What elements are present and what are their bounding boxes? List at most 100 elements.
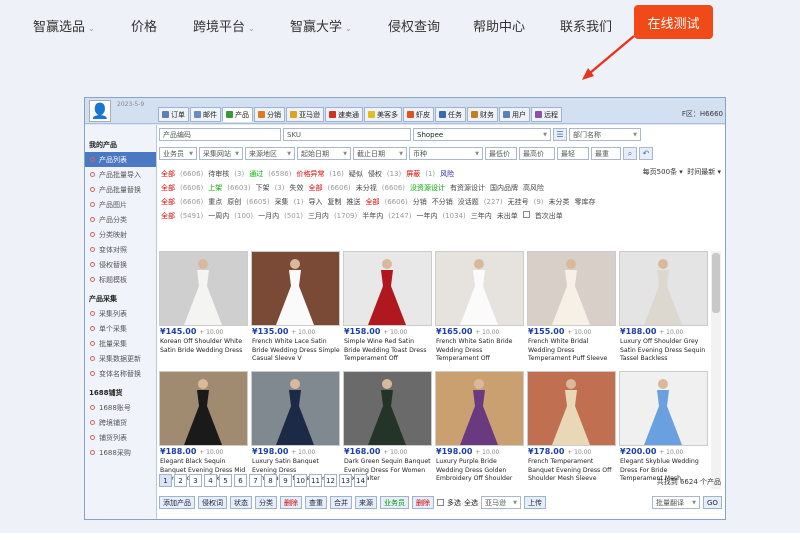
product-title[interactable]: French White Bridal Wedding Dress Temper… [528, 338, 616, 364]
toolbar-button[interactable]: 状态 [230, 496, 252, 509]
product-title[interactable]: French Temperament Banquet Evening Dress… [528, 458, 616, 484]
filter-tag[interactable]: (6603) [227, 184, 250, 192]
nav-item-4[interactable]: 智赢大学 ⌄ [290, 16, 352, 35]
filter-tag[interactable]: 首次出单 [535, 212, 563, 220]
filter-tag[interactable]: 三月内 [308, 212, 329, 220]
search-icon[interactable]: ⌕ [623, 147, 637, 160]
filter-field[interactable]: 业务员 ▼ [159, 147, 197, 160]
toolbar-button[interactable]: 来源 [355, 496, 377, 509]
product-image[interactable] [159, 371, 248, 446]
sidebar-item[interactable]: 产品分类 [85, 212, 156, 227]
product-image[interactable] [251, 371, 340, 446]
filter-tag[interactable]: (2147) [388, 212, 411, 220]
filter-tag[interactable]: (6606) [180, 170, 203, 178]
filter-tag[interactable]: (6606) [180, 184, 203, 192]
nav-item-6[interactable]: 帮助中心 [473, 16, 525, 35]
filter-tag[interactable]: 风险 [440, 170, 454, 178]
filter-tag[interactable]: (6605) [246, 198, 269, 206]
sidebar-item[interactable]: 1688采购 [85, 445, 156, 460]
filter-tag[interactable]: 全部 [161, 184, 175, 192]
filter-tag[interactable]: 价格异常 [296, 170, 324, 178]
product-card[interactable]: ¥198.00 + 10.00 Luxury Purple Bride Weddi… [435, 371, 525, 489]
product-title[interactable]: Simple Wine Red Satin Bride Wedding Toas… [344, 338, 432, 364]
per-page[interactable]: 每页500条 [643, 168, 677, 176]
sidebar-item[interactable]: 标题模板 [85, 272, 156, 287]
product-card[interactable]: ¥188.00 + 10.00 Elegant Black Sequin Banq… [159, 371, 249, 489]
product-image[interactable] [435, 251, 524, 326]
toolbar-button[interactable]: 分类 [255, 496, 277, 509]
filter-tag[interactable]: 一月内 [258, 212, 279, 220]
store-select[interactable]: 亚马逊 ▼ [481, 496, 521, 509]
filter-tag[interactable]: (9) [534, 198, 544, 206]
page-button[interactable]: 8 [264, 474, 277, 487]
filter-tag[interactable]: 下架 [256, 184, 270, 192]
filter-tag[interactable]: 全部 [161, 198, 175, 206]
tab-3[interactable]: 产品 [222, 107, 253, 122]
page-button[interactable]: 2 [174, 474, 187, 487]
tab-11[interactable]: 用户 [499, 107, 530, 122]
filter-tag[interactable]: 失效 [289, 184, 303, 192]
product-code-input[interactable]: 产品编码 [159, 128, 281, 141]
product-image[interactable] [343, 371, 432, 446]
toolbar-button[interactable]: 删除 [412, 496, 434, 509]
page-button[interactable]: 14 [354, 474, 367, 487]
product-image[interactable] [527, 251, 616, 326]
sidebar-item[interactable]: 跨境铺货 [85, 415, 156, 430]
product-image[interactable] [527, 371, 616, 446]
filter-tag[interactable]: 全部 [308, 184, 322, 192]
upload-button[interactable]: 上传 [524, 496, 546, 509]
page-button[interactable]: 7 [249, 474, 262, 487]
product-image[interactable] [619, 371, 708, 446]
sidebar-item[interactable]: 变体对照 [85, 242, 156, 257]
filter-tag[interactable]: (3) [234, 170, 244, 178]
filter-tag[interactable]: 不分销 [432, 198, 453, 206]
filter-tag[interactable]: 重点 [208, 198, 222, 206]
filter-tag[interactable]: 推送 [346, 198, 360, 206]
page-button[interactable]: 12 [324, 474, 337, 487]
filter-tag[interactable]: 全部 [365, 198, 379, 206]
page-button[interactable]: 9 [279, 474, 292, 487]
product-card[interactable]: ¥135.00 + 10.00 French White Lace Satin B… [251, 251, 341, 369]
filter-tag[interactable]: (6606) [180, 198, 203, 206]
nav-item-1[interactable]: 智赢选品 ⌄ [33, 16, 95, 35]
product-card[interactable]: ¥200.00 + 10.00 Elegant Skyblue Wedding D… [619, 371, 709, 489]
tab-10[interactable]: 财务 [467, 107, 498, 122]
product-card[interactable]: ¥165.00 + 10.00 French White Satin Bride … [435, 251, 525, 369]
product-title[interactable]: French White Lace Satin Bride Wedding Dr… [252, 338, 340, 364]
filter-tag[interactable]: (1) [425, 170, 435, 178]
filter-tag[interactable]: 全部 [161, 170, 175, 178]
filter-tag[interactable]: (1) [294, 198, 304, 206]
multi-select-checkbox[interactable] [437, 499, 444, 506]
sidebar-item[interactable]: 单个采集 [85, 321, 156, 336]
sidebar-item[interactable]: 批量采集 [85, 336, 156, 351]
go-button[interactable]: GO [703, 496, 722, 509]
tab-4[interactable]: 分销 [254, 107, 285, 122]
tab-7[interactable]: 美客多 [364, 107, 402, 122]
sidebar-item[interactable]: 铺货列表 [85, 430, 156, 445]
page-button[interactable]: 4 [204, 474, 217, 487]
filter-tag[interactable]: 通过 [249, 170, 263, 178]
filter-tag[interactable]: (6586) [268, 170, 291, 178]
page-button[interactable]: 5 [219, 474, 232, 487]
filter-tag[interactable]: (3) [275, 184, 285, 192]
toolbar-button[interactable]: 查重 [305, 496, 327, 509]
sidebar-item[interactable]: 产品列表 [85, 152, 156, 167]
filter-tag[interactable]: 原创 [227, 198, 241, 206]
toolbar-button[interactable]: 删除 [280, 496, 302, 509]
dept-select[interactable]: 部门名称 ▼ [569, 128, 641, 141]
product-card[interactable]: ¥168.00 + 10.00 Dark Green Sequin Banquet… [343, 371, 433, 489]
filter-field[interactable]: 截止日期 ▼ [353, 147, 407, 160]
filter-tag[interactable]: (100) [234, 212, 253, 220]
filter-tag[interactable]: 导入 [308, 198, 322, 206]
sku-input[interactable]: SKU [283, 128, 411, 141]
nav-item-3[interactable]: 跨境平台 ⌄ [193, 16, 255, 35]
product-card[interactable]: ¥158.00 + 10.00 Simple Wine Red Satin Bri… [343, 251, 433, 369]
toolbar-button[interactable]: 添加产品 [159, 496, 195, 509]
page-button[interactable]: 11 [309, 474, 322, 487]
page-button[interactable]: 6 [234, 474, 247, 487]
sort-order[interactable]: 时间最新 [687, 168, 715, 176]
toolbar-button[interactable]: 侵权词 [198, 496, 227, 509]
filter-tag[interactable]: 采集 [275, 198, 289, 206]
filter-tag[interactable]: (16) [329, 170, 343, 178]
back-icon[interactable]: ↶ [639, 147, 653, 160]
